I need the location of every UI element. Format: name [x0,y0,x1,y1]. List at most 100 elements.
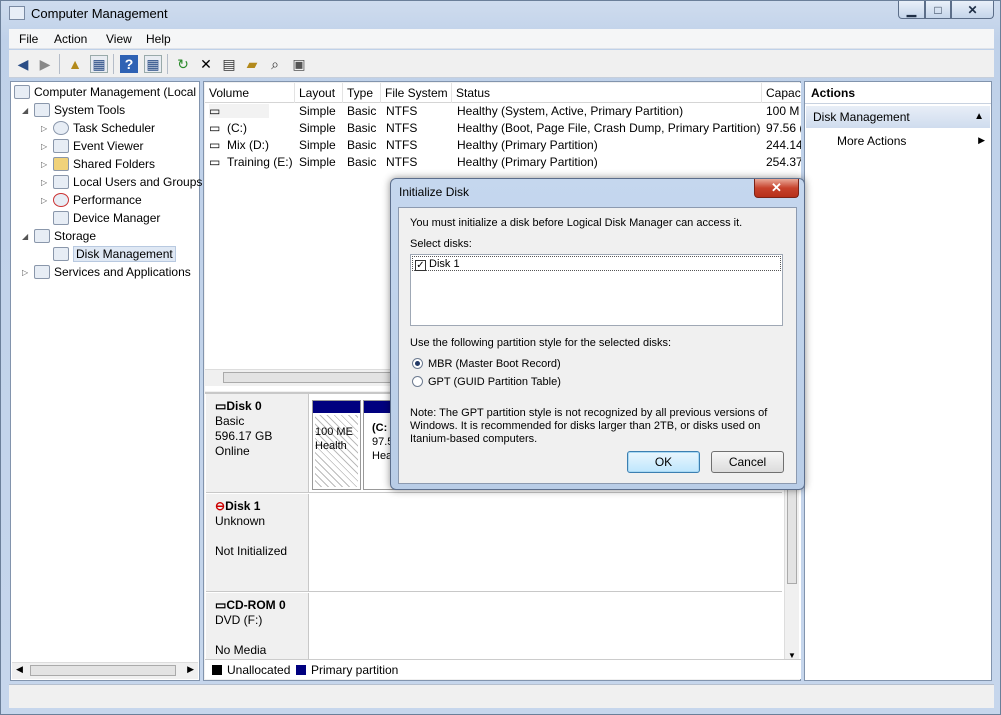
tree-horizontal-scrollbar[interactable]: ◀ ▶ [12,662,198,679]
note-line-1: Note: The GPT partition style is not rec… [410,407,768,419]
gpt-radio[interactable] [412,376,423,387]
ok-button[interactable]: OK [627,451,700,473]
disk-info: ⊖Disk 1 Unknown Not Initialized [206,494,309,591]
scroll-left-icon[interactable]: ◀ [16,664,23,675]
up-folder-icon[interactable]: ▲ [66,55,84,73]
tree-item-performance[interactable]: Performance [53,191,142,209]
more-actions-item[interactable]: More Actions ▶ [806,132,990,150]
column-layout[interactable]: Layout [295,83,343,103]
menu-view[interactable]: View [106,32,132,46]
disk-list-item-disk1[interactable]: ✓ Disk 1 [412,256,781,271]
cancel-button[interactable]: Cancel [711,451,784,473]
disk-list[interactable]: ✓ Disk 1 [410,254,783,326]
mbr-option[interactable]: MBR (Master Boot Record) [412,358,561,370]
scroll-thumb[interactable] [30,665,176,676]
computer-management-icon [9,6,25,20]
menu-action[interactable]: Action [54,32,87,46]
show-hide-tree-icon[interactable]: ▦ [90,55,108,73]
menu-help[interactable]: Help [146,32,171,46]
collapse-arrow-icon[interactable]: ◢ [22,232,30,241]
table-row[interactable]: ▭ Mix (D:) Simple Basic NTFS Healthy (Pr… [205,137,801,154]
expand-arrow-icon[interactable]: ▷ [41,178,49,187]
table-row[interactable]: ▭ (C:) Simple Basic NTFS Healthy (Boot, … [205,120,801,137]
partition-size: 100 ME [315,426,353,438]
refresh-icon[interactable]: ↻ [174,55,192,73]
column-file-system[interactable]: File System [381,83,452,103]
tree-label: Shared Folders [73,157,156,171]
not-initialized-disk-icon: ⊖ [215,499,226,513]
tree-item-storage[interactable]: Storage [34,227,96,245]
tree-item-system-tools[interactable]: System Tools [34,101,125,119]
close-icon: ✕ [967,2,978,17]
minimize-icon: ▁ [906,2,917,17]
tree-item-computer-management[interactable]: Computer Management (Local [14,83,196,101]
disk1-checkbox[interactable]: ✓ [415,260,426,271]
search-icon[interactable]: ⌕ [266,55,284,73]
maximize-button[interactable]: □ [925,1,951,19]
expand-arrow-icon[interactable]: ▷ [41,196,49,205]
expand-arrow-icon[interactable]: ▷ [41,160,49,169]
collapse-up-icon[interactable]: ▲ [974,111,984,122]
disk-row-disk1[interactable]: ⊖Disk 1 Unknown Not Initialized [206,494,782,592]
disk-size: 596.17 GB [215,429,273,443]
column-status[interactable]: Status [452,83,762,103]
expand-arrow-icon[interactable]: ▷ [41,142,49,151]
cell-type: Basic [347,155,377,169]
forward-arrow-icon[interactable]: ▶ [36,55,54,73]
tree-item-local-users[interactable]: Local Users and Groups [53,173,202,191]
menu-file[interactable]: File [19,32,38,46]
minimize-button[interactable]: ▁ [898,1,925,19]
cell-file-system: NTFS [386,121,418,135]
dialog-close-button[interactable]: ✕ [754,179,799,198]
close-button[interactable]: ✕ [951,1,994,19]
note-line-3: Itanium-based computers. [410,433,538,445]
show-hide-action-pane-icon[interactable]: ▦ [144,55,162,73]
cell-status: Healthy (Primary Partition) [457,155,598,169]
open-folder-icon[interactable]: ▰ [243,55,261,73]
volume-list-header: Volume Layout Type File System Status Ca… [205,83,801,103]
partition-bar [313,401,360,413]
tree-item-event-viewer[interactable]: Event Viewer [53,137,143,155]
cell-layout: Simple [299,138,336,152]
back-arrow-icon[interactable]: ◀ [14,55,32,73]
gpt-option[interactable]: GPT (GUID Partition Table) [412,376,561,388]
expand-arrow-icon[interactable]: ▷ [41,124,49,133]
help-icon[interactable]: ? [120,55,138,73]
tree-item-services-applications[interactable]: Services and Applications [34,263,191,281]
partition-system-reserved[interactable]: 100 ME Health [312,400,361,490]
dialog-title: Initialize Disk [399,185,470,199]
delete-icon[interactable]: ✕ [197,55,215,73]
drive-icon: ▭ [209,121,221,135]
cell-type: Basic [347,138,377,152]
column-volume[interactable]: Volume [205,83,295,103]
properties-icon[interactable]: ▤ [220,55,238,73]
tree-item-shared-folders[interactable]: Shared Folders [53,155,155,173]
column-type[interactable]: Type [343,83,381,103]
disk-row-cdrom0[interactable]: ▭CD-ROM 0 DVD (F:) No Media [206,593,782,665]
column-capacity[interactable]: Capac [762,83,801,103]
table-row[interactable]: ▭ Simple Basic NTFS Healthy (System, Act… [205,103,801,120]
title-bar[interactable]: Computer Management ▁ □ ✕ [1,1,1000,27]
disk-name: CD-ROM 0 [226,598,286,612]
mbr-label: MBR (Master Boot Record) [428,358,561,370]
toolbar-separator [167,54,168,74]
cell-capacity: 254.37 [766,155,801,169]
table-row[interactable]: ▭ Training (E:) Simple Basic NTFS Health… [205,154,801,171]
tree-label: Local Users and Groups [73,175,203,189]
initialize-disk-dialog: Initialize Disk ✕ You must initialize a … [390,178,805,490]
tree-item-task-scheduler[interactable]: Task Scheduler [53,119,155,137]
tree-item-device-manager[interactable]: Device Manager [53,209,160,227]
actions-section-disk-management[interactable]: Disk Management ▲ [806,106,990,128]
cell-file-system: NTFS [386,155,418,169]
mbr-radio[interactable] [412,358,423,369]
tree-label: Performance [73,193,142,207]
scroll-right-icon[interactable]: ▶ [187,664,194,675]
settings-icon[interactable]: ▣ [290,55,308,73]
collapse-arrow-icon[interactable]: ◢ [22,106,30,115]
tree-item-disk-management[interactable]: Disk Management [53,245,176,263]
disk-type: DVD (F:) [215,613,263,627]
scroll-thumb[interactable] [223,372,393,383]
gpt-label: GPT (GUID Partition Table) [428,376,561,388]
legend: Unallocated Primary partition [205,659,801,679]
expand-arrow-icon[interactable]: ▷ [22,268,30,277]
